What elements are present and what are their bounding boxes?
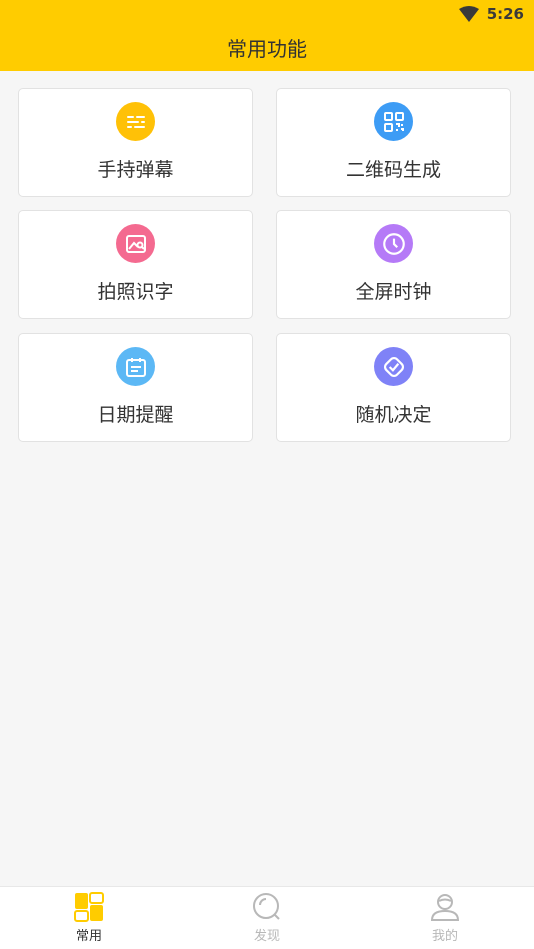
feature-label: 随机决定 xyxy=(355,404,432,426)
feature-card-clock[interactable]: 全屏时钟 xyxy=(276,210,511,319)
tab-label: 我的 xyxy=(431,929,458,944)
photo-scan-icon xyxy=(116,224,155,263)
tab-label: 发现 xyxy=(253,929,280,944)
calendar-icon xyxy=(116,347,155,386)
feature-card-date-reminder[interactable]: 日期提醒 xyxy=(18,333,253,442)
wifi-icon xyxy=(458,6,479,22)
discover-icon xyxy=(253,893,280,920)
feature-label: 日期提醒 xyxy=(97,404,174,426)
app-header: 5:26 常用功能 xyxy=(0,0,534,71)
page-title: 常用功能 xyxy=(227,37,307,61)
feature-label: 手持弹幕 xyxy=(97,159,174,181)
tab-profile[interactable]: 我的 xyxy=(356,887,534,949)
bottom-tab-bar: 常用 发现 我的 xyxy=(0,886,534,949)
random-icon xyxy=(374,347,413,386)
feature-label: 全屏时钟 xyxy=(355,281,432,303)
feature-label: 二维码生成 xyxy=(345,159,441,181)
common-icon xyxy=(74,892,104,922)
profile-icon xyxy=(430,894,460,921)
status-bar: 5:26 xyxy=(458,4,524,24)
qrcode-icon xyxy=(374,102,413,141)
feature-card-random[interactable]: 随机决定 xyxy=(276,333,511,442)
clock-icon xyxy=(374,224,413,263)
feature-card-photo-ocr[interactable]: 拍照识字 xyxy=(18,210,253,319)
tab-common[interactable]: 常用 xyxy=(0,887,178,949)
tab-discover[interactable]: 发现 xyxy=(178,887,356,949)
status-time: 5:26 xyxy=(486,5,524,23)
feature-card-qrcode[interactable]: 二维码生成 xyxy=(276,88,511,197)
tab-label: 常用 xyxy=(75,929,102,944)
feature-label: 拍照识字 xyxy=(97,281,174,303)
feature-card-danmaku[interactable]: 手持弹幕 xyxy=(18,88,253,197)
danmaku-icon xyxy=(116,102,155,141)
